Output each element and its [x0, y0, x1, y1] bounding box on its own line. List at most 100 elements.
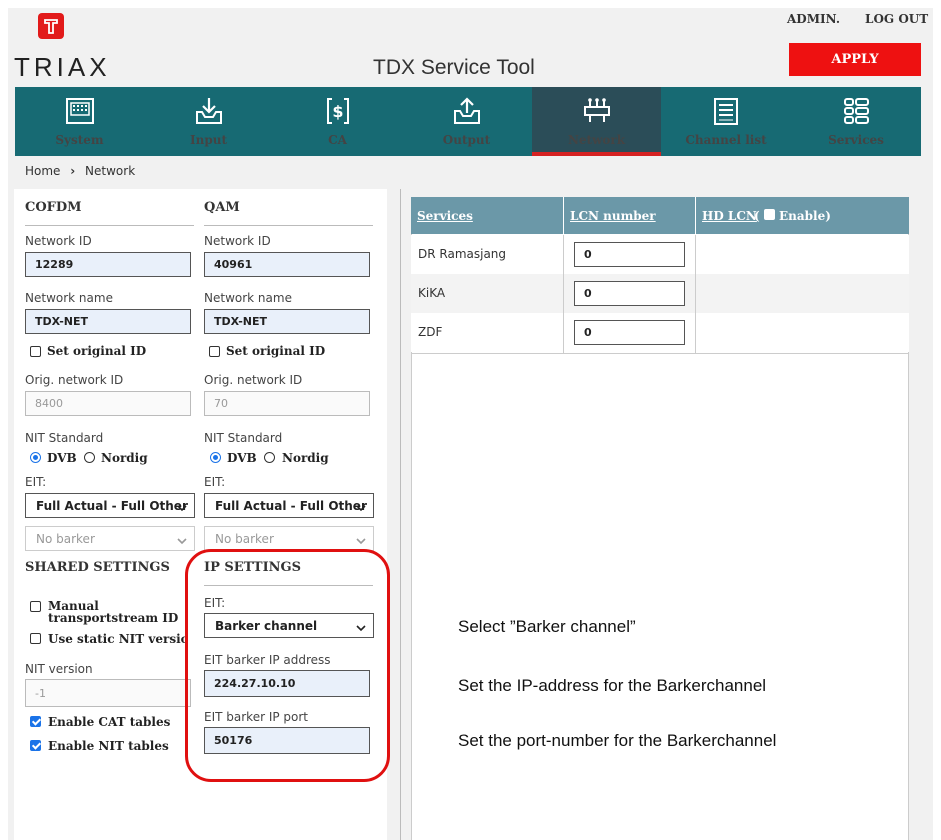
col-services[interactable]: Services	[417, 209, 473, 223]
table-col-divider	[695, 235, 696, 353]
enable-cat-tables-label: Enable CAT tables	[48, 715, 171, 729]
upload-icon	[452, 96, 482, 126]
qam-nit-dvb-label: DVB	[227, 451, 257, 465]
qam-network-id-label: Network ID	[204, 234, 271, 248]
manual-ts-id-checkbox[interactable]	[30, 601, 41, 612]
qam-eit-label: EIT:	[204, 475, 226, 489]
cofdm-eit-label: EIT:	[25, 475, 47, 489]
cofdm-nit-dvb-radio[interactable]	[30, 452, 41, 463]
nit-version-label: NIT version	[25, 662, 93, 676]
cofdm-orig-id-label: Orig. network ID	[25, 373, 124, 387]
logout-link[interactable]: LOG OUT	[865, 12, 928, 26]
chevron-down-icon	[177, 501, 187, 515]
service-name: ZDF	[418, 325, 443, 339]
nav-channel-list[interactable]: Channel list	[661, 87, 791, 156]
apply-button[interactable]: APPLY	[789, 43, 921, 76]
col-hd-lcn[interactable]: HD LCN	[702, 209, 757, 223]
main-navbar: System Input $ CA Output Network Channel…	[15, 87, 921, 156]
highlight-ring	[185, 549, 390, 782]
qam-eit-value: Full Actual - Full Other	[215, 498, 367, 513]
dollar-icon: $	[323, 96, 353, 126]
qam-network-name-input[interactable]: TDX-NET	[204, 309, 370, 334]
annotation-select-barker: Select ”Barker channel”	[458, 617, 636, 636]
chevron-down-icon	[356, 534, 366, 548]
nav-services-label: Services	[828, 133, 884, 147]
cofdm-barker-value: No barker	[36, 531, 95, 546]
nav-services[interactable]: Services	[791, 87, 921, 156]
services-icon	[841, 96, 871, 126]
nav-ca[interactable]: $ CA	[273, 87, 402, 156]
chevron-down-icon	[356, 501, 366, 515]
nav-output[interactable]: Output	[402, 87, 531, 156]
qam-set-original-label: Set original ID	[226, 344, 326, 358]
shared-settings-title: SHARED SETTINGS	[25, 560, 170, 575]
column-separator	[400, 189, 401, 840]
cofdm-nit-nordig-label: Nordig	[101, 451, 148, 465]
nav-network[interactable]: Network	[532, 87, 661, 156]
hd-lcn-enable-checkbox[interactable]	[764, 209, 775, 220]
cofdm-title: COFDM	[25, 200, 82, 215]
hd-lcn-enable-label: Enable)	[779, 209, 831, 223]
lcn-input[interactable]: 0	[574, 281, 685, 306]
cofdm-network-name-label: Network name	[25, 291, 113, 305]
qam-nit-nordig-radio[interactable]	[264, 452, 275, 463]
cofdm-orig-id-input[interactable]: 8400	[25, 391, 191, 416]
cofdm-network-name-input[interactable]: TDX-NET	[25, 309, 191, 334]
qam-nit-dvb-radio[interactable]	[210, 452, 221, 463]
svg-text:$: $	[332, 102, 343, 121]
cofdm-divider	[25, 225, 194, 226]
services-table-header: Services LCN number HD LCN ( Enable)	[411, 197, 909, 234]
qam-orig-id-input[interactable]: 70	[204, 391, 370, 416]
qam-barker-select[interactable]: No barker	[204, 526, 374, 551]
enable-nit-tables-checkbox[interactable]	[30, 740, 41, 751]
network-icon	[582, 96, 612, 126]
nav-system[interactable]: System	[15, 87, 144, 156]
inbox-download-icon	[194, 96, 224, 126]
enable-nit-tables-label: Enable NIT tables	[48, 739, 169, 753]
col-lcn-number[interactable]: LCN number	[570, 209, 656, 223]
cofdm-set-original-checkbox[interactable]	[30, 346, 41, 357]
cofdm-set-original-label: Set original ID	[47, 344, 147, 358]
qam-title: QAM	[204, 200, 240, 215]
cofdm-network-id-input[interactable]: 12289	[25, 252, 191, 277]
qam-nit-standard-label: NIT Standard	[204, 431, 283, 445]
qam-eit-select[interactable]: Full Actual - Full Other	[204, 493, 374, 518]
lcn-input[interactable]: 0	[574, 242, 685, 267]
lcn-input[interactable]: 0	[574, 320, 685, 345]
triax-logo-text: TRIAX	[14, 52, 111, 82]
table-row: KiKA 0	[411, 274, 909, 313]
nav-ca-label: CA	[328, 133, 347, 147]
cofdm-network-id-label: Network ID	[25, 234, 92, 248]
qam-nit-nordig-label: Nordig	[282, 451, 329, 465]
qam-network-id-input[interactable]: 40961	[204, 252, 370, 277]
annotation-port-number: Set the port-number for the Barkerchanne…	[458, 731, 777, 750]
breadcrumb-current: Network	[85, 164, 136, 178]
app-title: TDX Service Tool	[373, 56, 535, 79]
cofdm-nit-nordig-radio[interactable]	[84, 452, 95, 463]
static-nit-version-checkbox[interactable]	[30, 633, 41, 644]
service-name: KiKA	[418, 286, 446, 300]
table-row: ZDF 0	[411, 313, 909, 352]
nav-output-label: Output	[442, 133, 491, 147]
nav-system-label: System	[55, 133, 104, 147]
breadcrumb: Home › Network	[25, 164, 135, 178]
qam-network-name-label: Network name	[204, 291, 292, 305]
nit-version-input[interactable]: -1	[25, 679, 191, 707]
admin-link[interactable]: ADMIN.	[787, 12, 840, 26]
qam-divider	[204, 225, 373, 226]
manual-ts-id-label: Manual transportstream ID	[48, 599, 179, 625]
breadcrumb-home[interactable]: Home	[25, 164, 60, 178]
list-icon	[711, 96, 741, 126]
table-col-divider	[563, 235, 564, 353]
cofdm-eit-select[interactable]: Full Actual - Full Other	[25, 493, 195, 518]
qam-set-original-checkbox[interactable]	[209, 346, 220, 357]
enable-cat-tables-checkbox[interactable]	[30, 716, 41, 727]
cofdm-barker-select[interactable]: No barker	[25, 526, 195, 551]
qam-orig-id-label: Orig. network ID	[204, 373, 303, 387]
static-nit-version-label: Use static NIT version	[48, 632, 186, 646]
breadcrumb-separator: ›	[70, 164, 76, 178]
nav-input[interactable]: Input	[144, 87, 273, 156]
cofdm-eit-value: Full Actual - Full Other	[36, 498, 188, 513]
cofdm-nit-dvb-label: DVB	[47, 451, 77, 465]
qam-barker-value: No barker	[215, 531, 274, 546]
